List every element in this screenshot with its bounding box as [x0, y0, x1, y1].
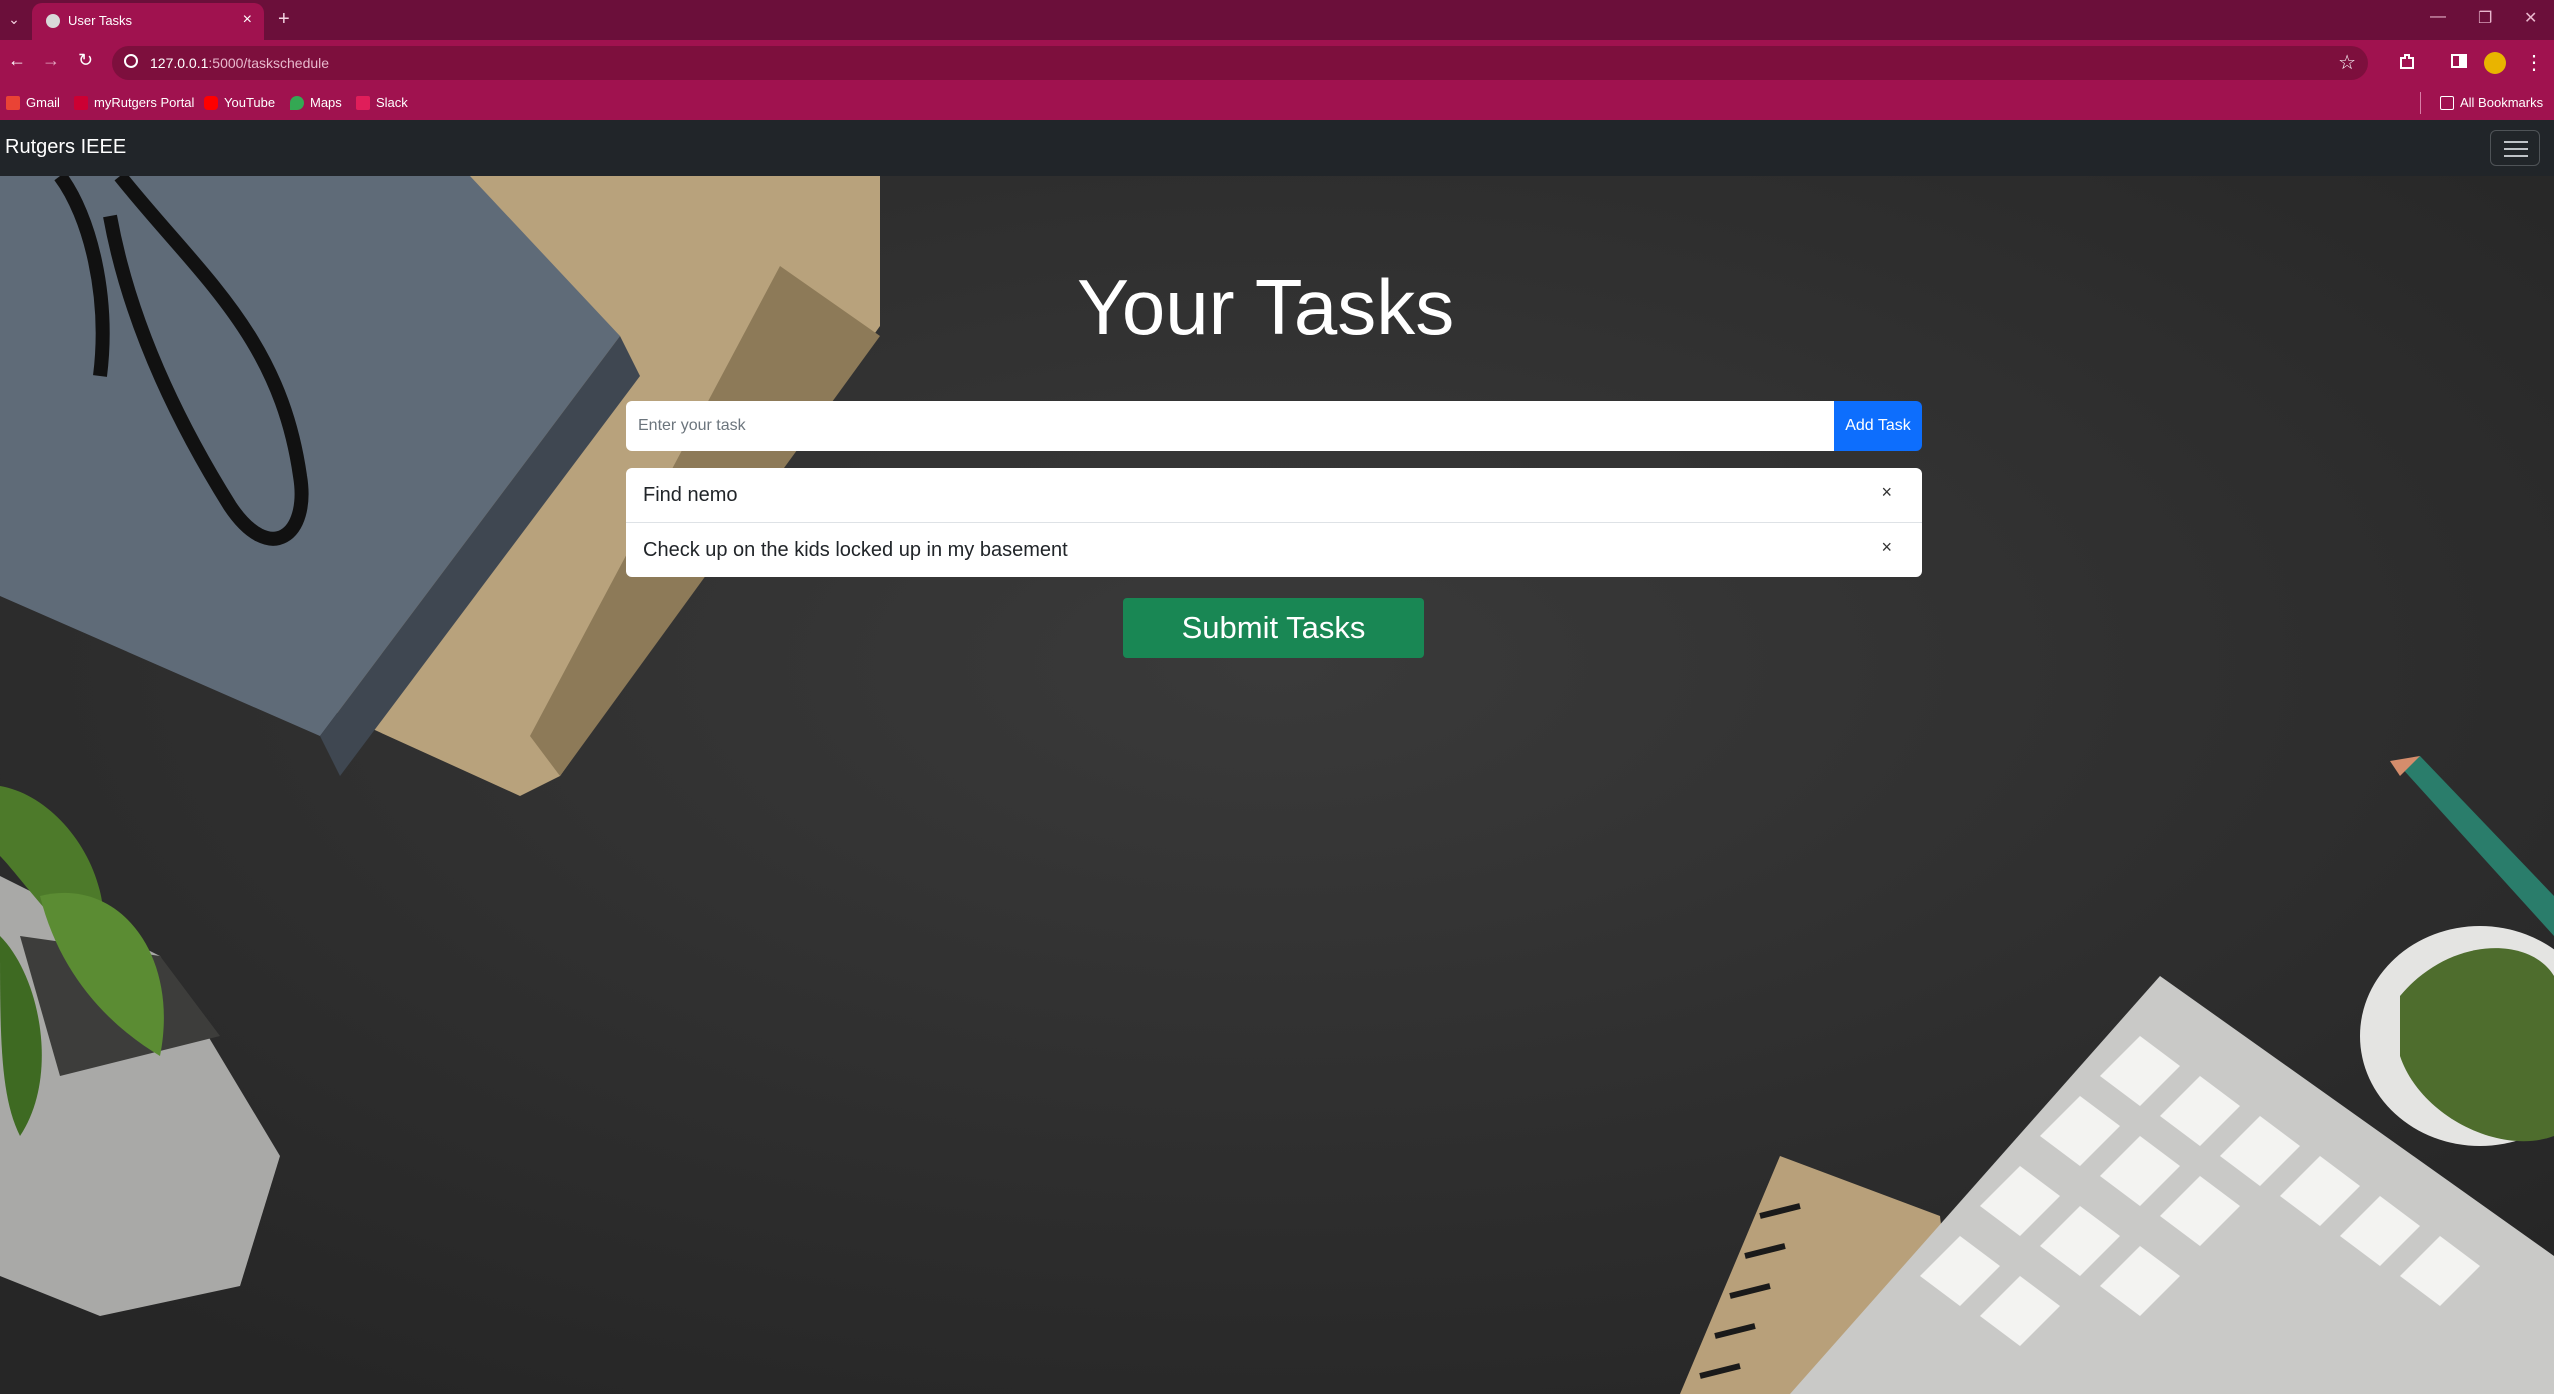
folder-icon — [2440, 95, 2454, 110]
toggler-bar — [2504, 155, 2528, 157]
forward-arrow-icon[interactable]: → — [42, 50, 60, 71]
slack-icon — [356, 95, 370, 110]
menu-kebab-icon[interactable]: ⋮ — [2524, 50, 2544, 75]
url-path: :5000/taskschedule — [208, 55, 330, 71]
profile-avatar[interactable] — [2484, 52, 2506, 74]
task-item: Find nemo × — [626, 468, 1922, 523]
bookmark-label: myRutgers Portal — [94, 95, 195, 110]
remove-task-icon[interactable]: × — [1881, 482, 1892, 503]
bookmark-label: Gmail — [26, 95, 60, 110]
browser-tab[interactable]: User Tasks × — [32, 3, 264, 40]
bookmark-maps[interactable]: Maps — [290, 95, 342, 110]
navbar-brand[interactable]: Rutgers IEEE — [5, 136, 126, 159]
bookmark-star-icon[interactable]: ☆ — [2338, 50, 2356, 75]
toggler-bar — [2504, 141, 2528, 143]
window-close-icon[interactable]: ✕ — [2524, 8, 2537, 28]
page-background: Your Tasks — [0, 176, 2554, 1394]
task-text: Find nemo — [643, 484, 738, 506]
reload-icon[interactable]: ↻ — [78, 50, 93, 71]
back-arrow-icon[interactable]: ← — [8, 50, 26, 71]
desk-background-image — [0, 176, 2554, 1394]
bookmark-myrutgers[interactable]: myRutgers Portal — [74, 95, 194, 110]
youtube-icon — [204, 95, 218, 110]
tab-favicon-icon — [46, 14, 60, 28]
side-panel-icon[interactable] — [2450, 52, 2468, 70]
remove-task-icon[interactable]: × — [1881, 537, 1892, 558]
gmail-icon — [6, 95, 20, 110]
maps-icon — [290, 95, 304, 110]
tab-close-icon[interactable]: × — [243, 11, 252, 29]
tab-title: User Tasks — [68, 13, 133, 28]
bookmark-youtube[interactable]: YouTube — [204, 95, 275, 110]
window-restore-icon[interactable]: ❐ — [2478, 8, 2492, 28]
navbar-toggler-icon[interactable] — [2490, 130, 2540, 166]
task-list: Find nemo × Check up on the kids locked … — [626, 468, 1922, 577]
myrutgers-icon — [74, 95, 88, 110]
task-input[interactable] — [626, 401, 1834, 451]
browser-tab-strip: ⌄ User Tasks × + — ❐ ✕ — [0, 0, 2554, 40]
bookmarks-bar: Gmail myRutgers Portal YouTube Maps Slac… — [0, 86, 2554, 120]
bookmark-label: Maps — [310, 95, 342, 110]
extensions-icon[interactable] — [2398, 52, 2416, 70]
window-minimize-icon[interactable]: — — [2430, 8, 2446, 26]
browser-toolbar: ← → ↻ 127.0.0.1:5000/taskschedule ☆ — [0, 40, 2554, 86]
task-item: Check up on the kids locked up in my bas… — [626, 523, 1922, 577]
address-url: 127.0.0.1:5000/taskschedule — [150, 55, 329, 71]
tab-search-icon[interactable]: ⌄ — [4, 8, 24, 30]
all-bookmarks[interactable]: All Bookmarks — [2440, 95, 2543, 110]
url-host: 127.0.0.1 — [150, 55, 209, 71]
page-title: Your Tasks — [1077, 263, 1455, 351]
site-info-icon[interactable] — [124, 54, 138, 68]
address-bar[interactable]: 127.0.0.1:5000/taskschedule ☆ — [112, 46, 2368, 80]
all-bookmarks-label: All Bookmarks — [2460, 95, 2544, 110]
task-text: Check up on the kids locked up in my bas… — [643, 539, 1068, 561]
bookmark-label: Slack — [376, 95, 408, 110]
submit-tasks-button[interactable]: Submit Tasks — [1123, 598, 1424, 658]
bookmark-gmail[interactable]: Gmail — [6, 95, 60, 110]
new-tab-icon[interactable]: + — [278, 8, 290, 31]
add-task-button[interactable]: Add Task — [1834, 401, 1922, 451]
bookmarks-divider — [2420, 92, 2421, 114]
bookmark-slack[interactable]: Slack — [356, 95, 408, 110]
bookmark-label: YouTube — [224, 95, 276, 110]
site-navbar: Rutgers IEEE — [0, 120, 2554, 176]
toggler-bar — [2504, 148, 2528, 150]
